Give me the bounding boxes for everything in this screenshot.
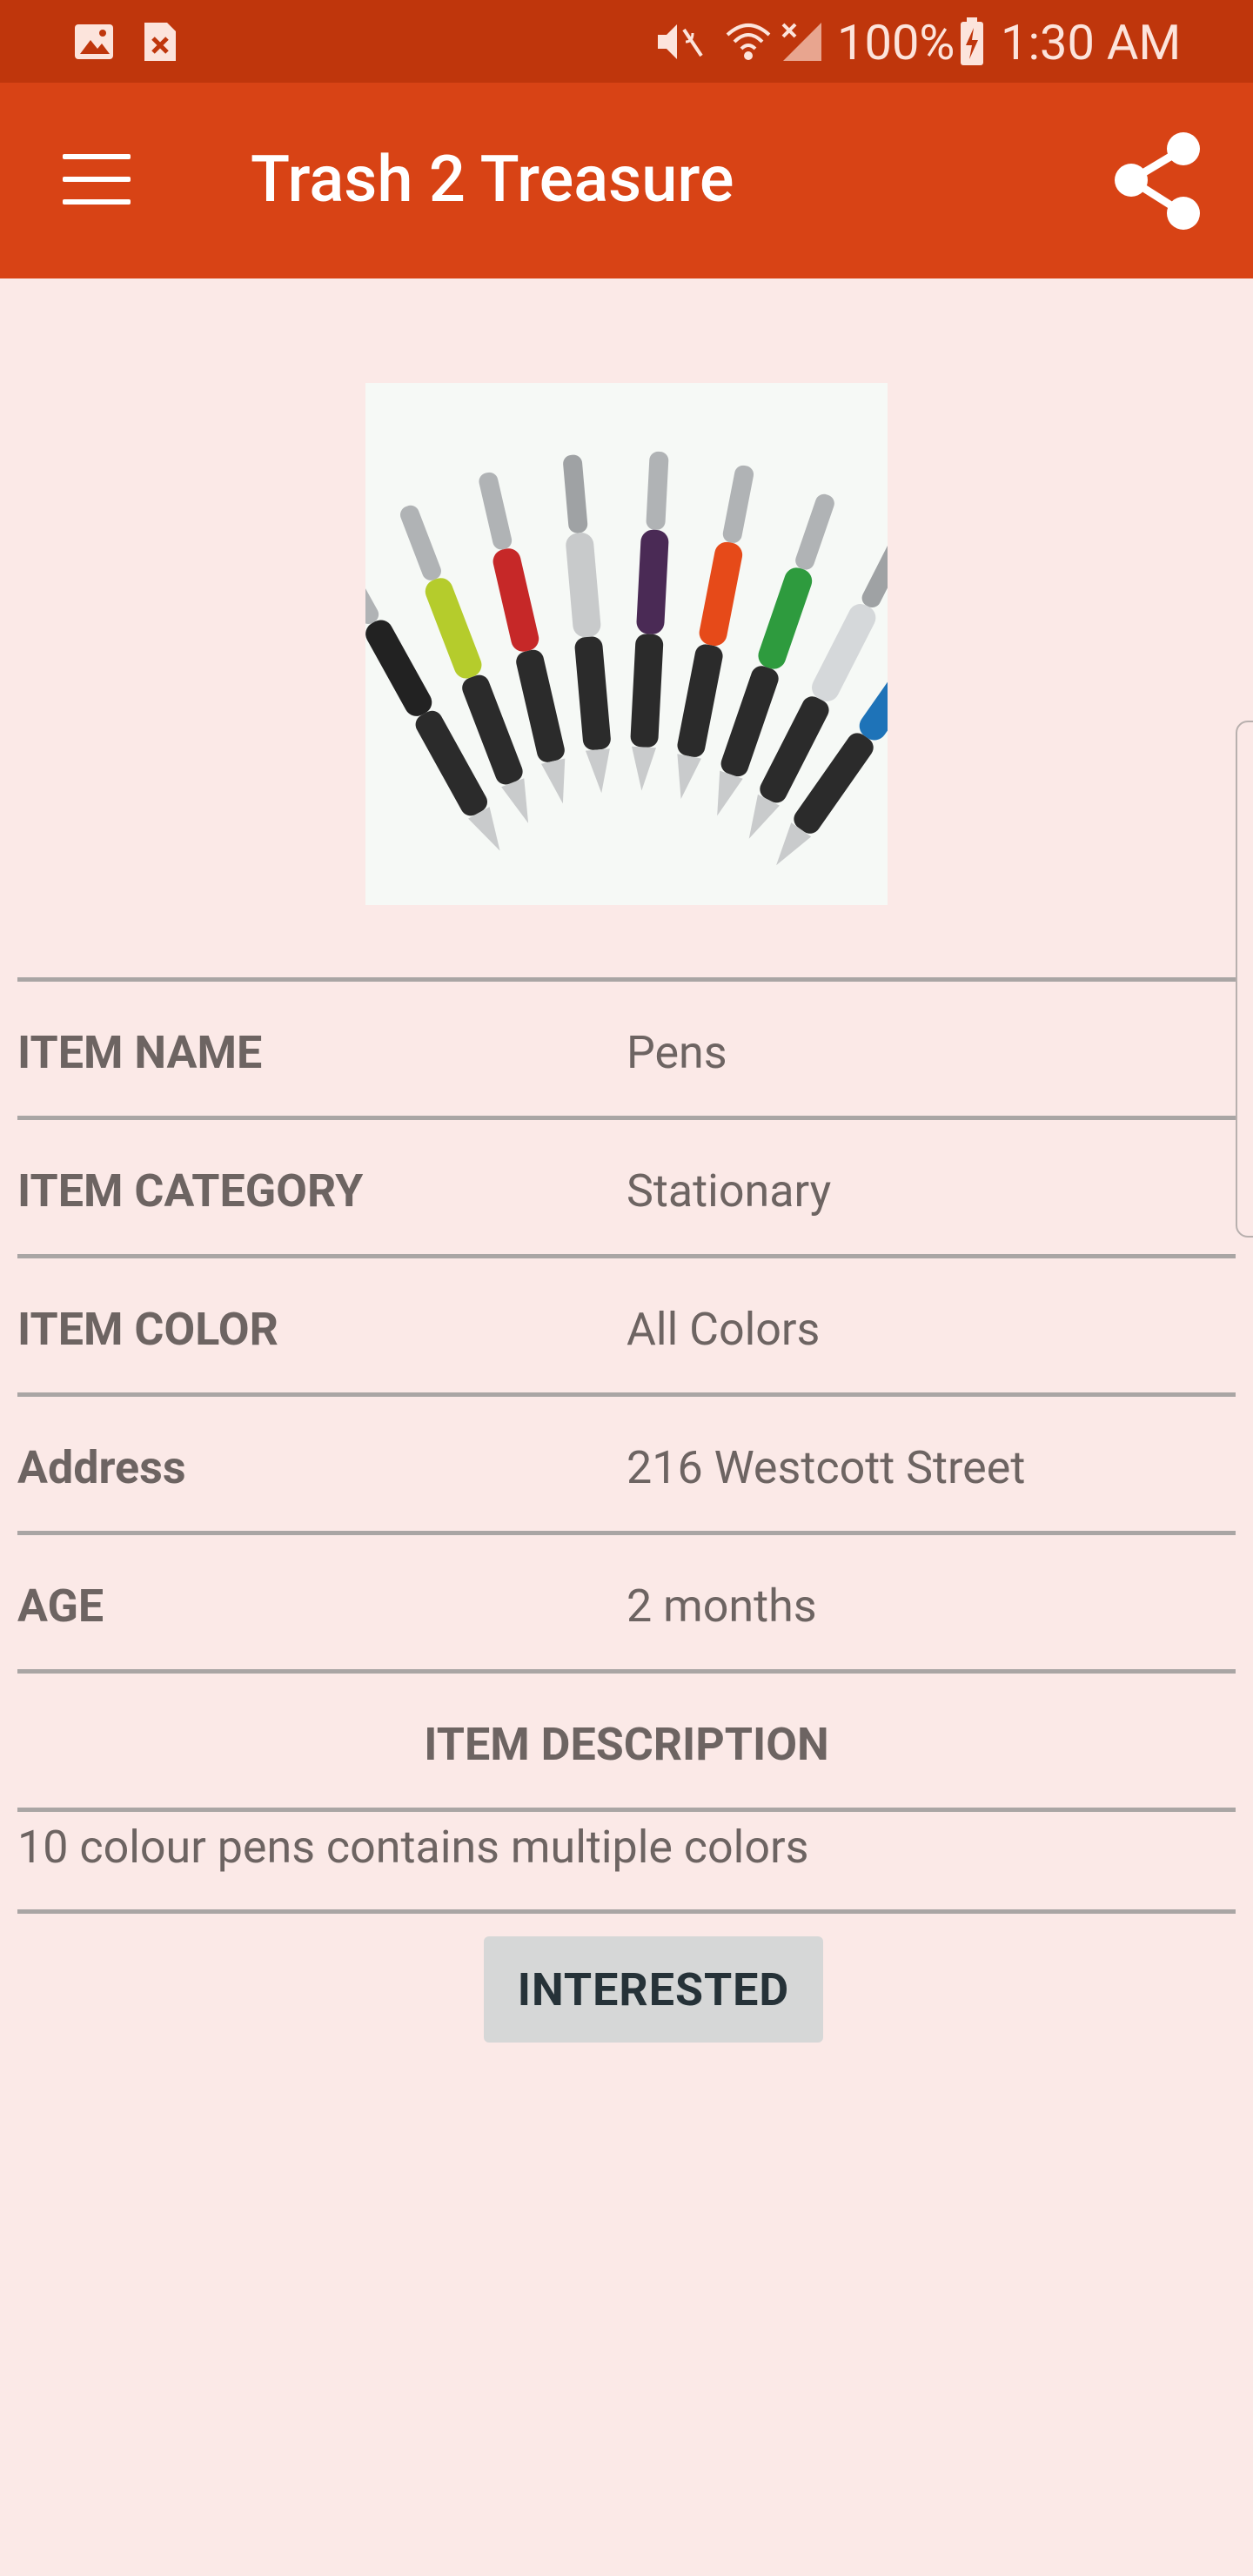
pens-illustration: [330, 451, 975, 866]
item-description-text: 10 colour pens contains multiple colors: [17, 1821, 809, 1874]
divider: [17, 1254, 1236, 1258]
divider: [17, 1531, 1236, 1535]
divider: [17, 1808, 1236, 1812]
wifi-icon: [726, 23, 771, 60]
item-category-label: ITEM CATEGORY: [17, 1164, 364, 1218]
signal-icon: [781, 23, 821, 61]
edge-panel-handle[interactable]: [1236, 721, 1253, 1238]
address-value: 216 Westcott Street: [626, 1441, 1026, 1494]
item-name-label: ITEM NAME: [17, 1026, 263, 1079]
item-color-label: ITEM COLOR: [17, 1303, 278, 1356]
item-name-value: Pens: [626, 1026, 727, 1079]
divider: [17, 1909, 1236, 1914]
item-color-value: All Colors: [626, 1303, 821, 1356]
age-label: AGE: [17, 1580, 104, 1633]
battery-charging-icon: [961, 17, 983, 65]
interested-button[interactable]: INTERESTED: [484, 1936, 823, 2043]
close-box-icon: [144, 23, 176, 61]
address-label: Address: [17, 1441, 186, 1494]
pens-image: [330, 383, 975, 905]
page-title: Trash 2 Treasure: [251, 142, 734, 218]
divider: [17, 1669, 1236, 1674]
divider: [17, 1116, 1236, 1120]
divider: [17, 977, 1236, 982]
item-category-value: Stationary: [626, 1164, 832, 1218]
battery-percent: 100%: [837, 14, 955, 71]
menu-icon[interactable]: [63, 154, 131, 206]
status-bar: 100% 1:30 AM: [0, 0, 1253, 83]
share-icon[interactable]: [1110, 130, 1206, 232]
image-icon: [75, 24, 113, 59]
item-description-title: ITEM DESCRIPTION: [424, 1718, 829, 1771]
mute-icon: [658, 24, 703, 59]
divider: [17, 1392, 1236, 1397]
app-bar: Trash 2 Treasure: [0, 83, 1253, 278]
age-value: 2 months: [626, 1580, 817, 1633]
clock: 1:30 AM: [1001, 14, 1182, 71]
